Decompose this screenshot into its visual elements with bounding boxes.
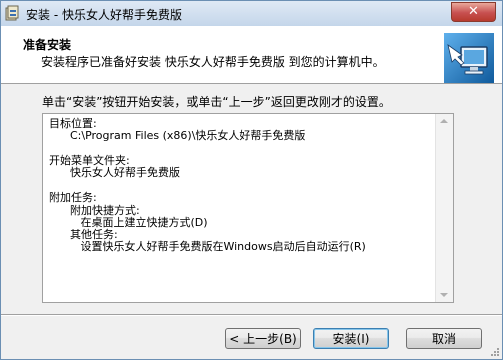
page-subtitle: 安装程序已准备好安装 快乐女人好帮手免费版 到您的计算机中。 [41,55,385,69]
back-button[interactable]: < 上一步(B) [225,328,301,349]
installer-icon [5,5,19,21]
install-button[interactable]: 安装(I) [313,328,389,349]
title-bar[interactable]: 安装 - 快乐女人好帮手免费版 ✕ [1,1,502,27]
scroll-down-icon[interactable] [440,293,448,297]
instruction-text: 单击“安装”按钮开始安装，或单击“上一步”返回更改刚才的设置。 [42,95,391,109]
cancel-button[interactable]: 取消 [406,328,482,349]
vertical-scrollbar[interactable] [435,114,453,302]
install-summary-box[interactable]: 目标位置: C:\Program Files (x86)\快乐女人好帮手免费版 … [42,113,454,303]
installer-window: 安装 - 快乐女人好帮手免费版 ✕ 准备安装 安装程序已准备好安装 快乐女人好帮… [0,0,503,360]
summary-line: 快乐女人好帮手免费版 [49,166,180,179]
summary-text: 目标位置: C:\Program Files (x86)\快乐女人好帮手免费版 … [43,114,435,302]
scroll-up-icon[interactable] [440,119,448,123]
wizard-header: 准备安装 安装程序已准备好安装 快乐女人好帮手免费版 到您的计算机中。 [1,26,502,84]
resize-grip-icon[interactable] [490,347,500,357]
computer-install-icon [444,33,494,83]
window-title: 安装 - 快乐女人好帮手免费版 [26,8,182,22]
summary-line: 设置快乐女人好帮手免费版在Windows启动后自动运行(R) [49,240,366,253]
close-button[interactable]: ✕ [451,2,496,22]
summary-line: C:\Program Files (x86)\快乐女人好帮手免费版 [49,129,306,142]
summary-line: 附加任务: [49,191,97,204]
close-icon: ✕ [468,4,479,19]
page-title: 准备安装 [23,38,72,52]
button-separator [1,314,502,316]
